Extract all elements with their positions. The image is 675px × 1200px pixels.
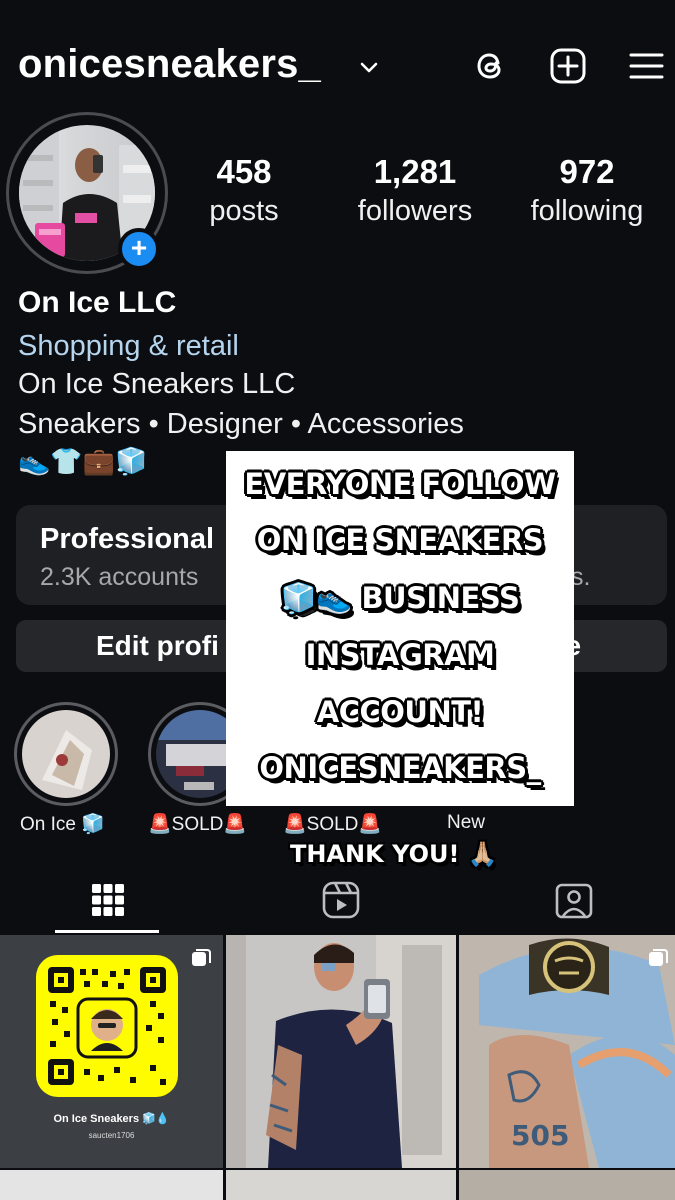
overlay-line-1: EVERYONE FOLLOW — [244, 467, 556, 501]
professional-dashboard-subtitle: 2.3K accounts — [40, 563, 199, 591]
promo-overlay-card: EVERYONE FOLLOW ON ICE SNEAKERS 🧊👟 BUSIN… — [226, 451, 574, 806]
overlay-line-2: ON ICE SNEAKERS — [256, 523, 544, 557]
profile-category[interactable]: Shopping & retail — [18, 330, 239, 363]
following-label: following — [530, 195, 644, 227]
overlay-line-5: ACCOUNT! — [316, 695, 484, 729]
following-count[interactable]: 972 following — [520, 152, 654, 230]
tagged-icon — [555, 883, 593, 919]
highlight-label-new: New — [447, 812, 486, 833]
professional-dashboard-title: Professional — [40, 523, 215, 555]
posts-value: 458 — [216, 153, 272, 190]
highlight-on-ice[interactable] — [14, 702, 118, 806]
bio-line-2: Sneakers • Designer • Accessories — [18, 408, 464, 440]
grid-post-1[interactable]: On Ice Sneakers 🧊💧 saucten1706 — [0, 935, 223, 1168]
snapcode-title: On Ice Sneakers 🧊💧 — [53, 1113, 170, 1125]
tab-reels[interactable] — [225, 872, 450, 932]
grid-post-5[interactable] — [226, 1170, 456, 1200]
threads-icon[interactable] — [470, 46, 510, 86]
chevron-down-icon[interactable] — [358, 56, 380, 78]
add-story-button[interactable]: + — [118, 228, 160, 270]
grid-post-6[interactable] — [459, 1170, 675, 1200]
carousel-icon — [192, 949, 211, 966]
overlay-line-6: ONICESNEAKERS_ — [259, 751, 541, 785]
tab-posts-grid[interactable] — [0, 872, 225, 932]
post-photo — [226, 935, 456, 1168]
grid-icon — [92, 884, 124, 916]
posts-count[interactable]: 458 posts — [203, 152, 285, 230]
post-photo: 505 — [459, 935, 675, 1168]
highlight-label-3: 🚨SOLD🚨 — [283, 814, 383, 835]
overlay-line-4: INSTAGRAM — [305, 638, 495, 672]
bio-emojis: 👟👕💼🧊 — [18, 446, 148, 476]
grid-post-2[interactable] — [226, 935, 456, 1168]
active-tab-indicator — [55, 930, 159, 933]
grid-post-3[interactable]: 505 — [459, 935, 675, 1168]
profile-header: onicesneakers_ — [0, 0, 675, 130]
overlay-thank-you: THANK YOU! 🙏🏼 — [290, 840, 498, 868]
following-value: 972 — [559, 153, 615, 190]
carousel-icon — [649, 949, 668, 966]
bio-line-1: On Ice Sneakers LLC — [18, 368, 296, 400]
edit-profile-label: Edit profi — [96, 630, 219, 661]
followers-count[interactable]: 1,281 followers — [350, 152, 480, 230]
svg-text:505: 505 — [511, 1119, 569, 1152]
highlight-label-2: 🚨SOLD🚨 — [148, 814, 248, 835]
menu-icon[interactable] — [626, 46, 666, 86]
reels-icon — [322, 881, 360, 919]
overlay-line-3: 🧊👟 BUSINESS — [280, 581, 520, 615]
highlight-label-1: On Ice 🧊 — [20, 814, 105, 835]
snapcode-username: saucten1706 — [88, 1131, 135, 1140]
followers-value: 1,281 — [373, 153, 457, 190]
profile-tabs — [0, 872, 675, 934]
tab-tagged[interactable] — [450, 872, 675, 932]
grid-post-4[interactable] — [0, 1170, 223, 1200]
account-username[interactable]: onicesneakers_ — [18, 42, 321, 87]
profile-display-name: On Ice LLC — [18, 286, 177, 319]
new-post-icon[interactable] — [548, 46, 588, 86]
followers-label: followers — [357, 195, 473, 227]
posts-label: posts — [209, 195, 279, 227]
highlight-thumbnail — [22, 710, 110, 798]
